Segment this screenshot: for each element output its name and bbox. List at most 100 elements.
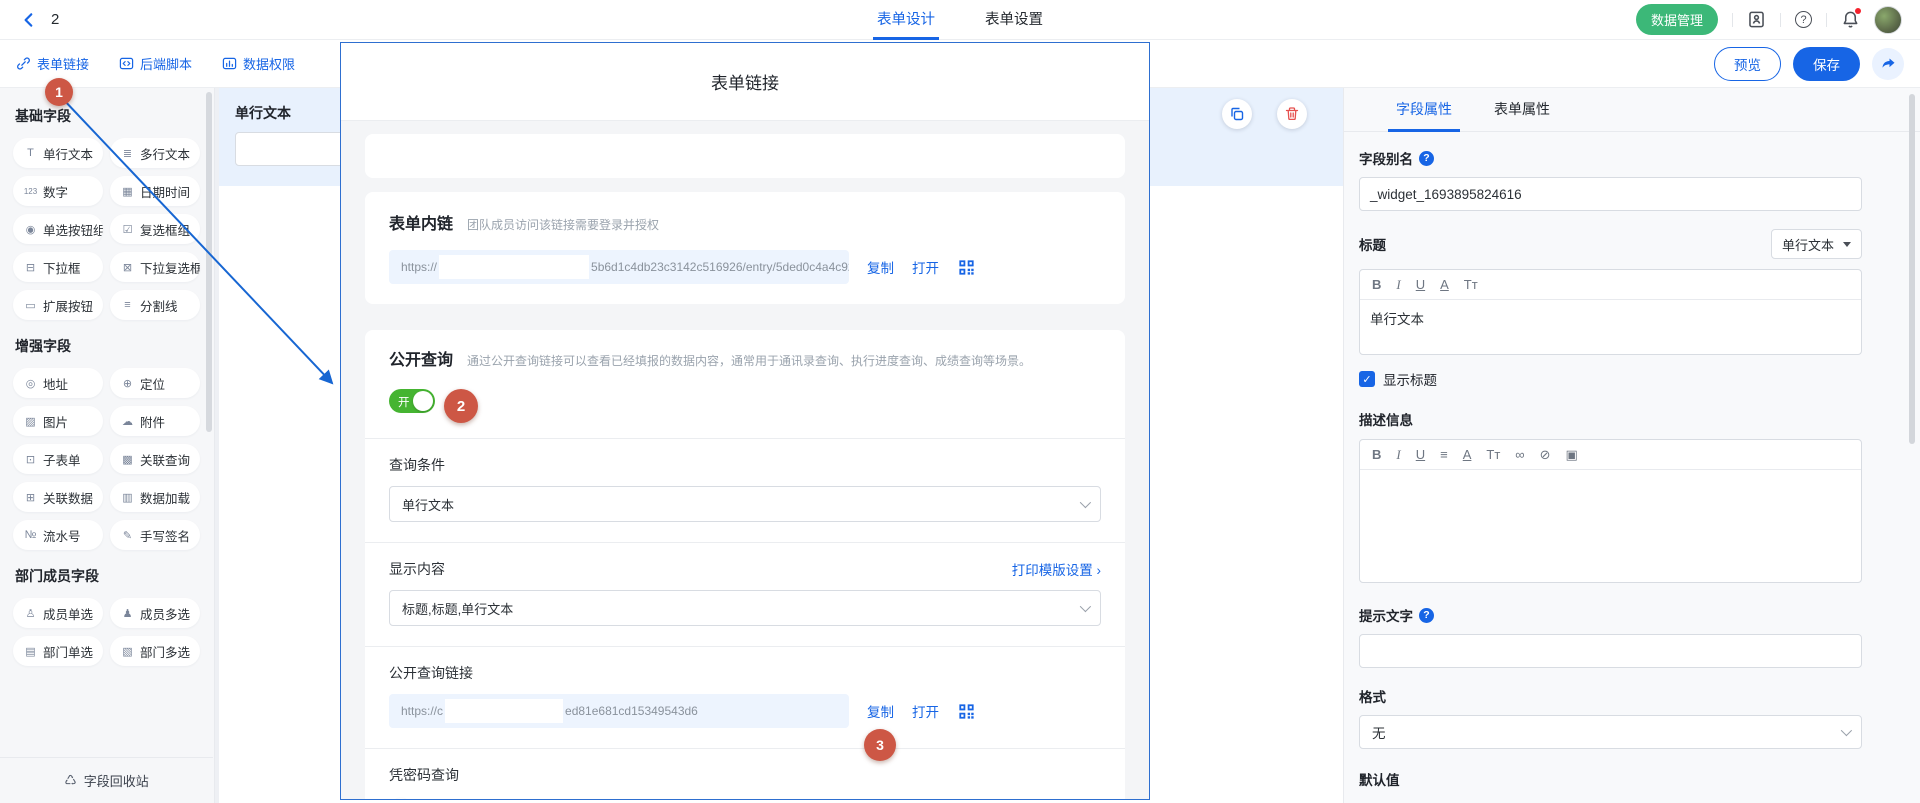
- field-pill[interactable]: ⊕定位: [110, 368, 200, 398]
- sidebar-scrollbar[interactable]: [206, 92, 212, 432]
- field-pill[interactable]: ▤部门单选: [13, 636, 103, 666]
- duplicate-field-button[interactable]: [1222, 99, 1252, 129]
- format-value: 无: [1372, 722, 1386, 742]
- toggle-on-text: 开: [398, 394, 410, 410]
- field-pill[interactable]: T单行文本: [13, 138, 103, 168]
- tab-form-settings[interactable]: 表单设置: [985, 0, 1043, 40]
- field-pill[interactable]: ♟成员多选: [110, 598, 200, 628]
- field-pill[interactable]: ▧部门多选: [110, 636, 200, 666]
- qr-code-button[interactable]: [957, 702, 976, 721]
- placeholder-input[interactable]: [1359, 634, 1862, 668]
- editor-tool-icon[interactable]: Tᴛ: [1464, 277, 1478, 292]
- properties-panel: 字段属性 表单属性 字段别名 ? _widget_1693895824616 标…: [1343, 88, 1920, 803]
- field-pill[interactable]: ▭扩展按钮: [13, 290, 103, 320]
- form-link-label: 表单链接: [37, 54, 89, 73]
- alias-input[interactable]: _widget_1693895824616: [1359, 177, 1862, 211]
- field-pill[interactable]: ▦ 日期时间: [110, 176, 200, 206]
- share-button[interactable]: [1872, 48, 1904, 80]
- editor-tool-icon[interactable]: ▣: [1565, 447, 1577, 463]
- field-pill[interactable]: ⊟下拉框: [13, 252, 103, 282]
- field-pill[interactable]: ◎地址: [13, 368, 103, 398]
- public-query-url[interactable]: https://c ed81e681cd15349543d6: [389, 694, 849, 728]
- field-pill[interactable]: ⊡子表单: [13, 444, 103, 474]
- show-title-checkbox-row[interactable]: ✓ 显示标题: [1359, 369, 1862, 389]
- field-pill-label: 日期时间: [140, 182, 190, 201]
- internal-link-desc: 团队成员访问该链接需要登录并授权: [467, 216, 659, 233]
- data-permission-button[interactable]: 数据权限: [222, 54, 295, 73]
- field-pill[interactable]: ▨图片: [13, 406, 103, 436]
- panel-scrollbar[interactable]: [1909, 94, 1915, 444]
- field-recycle-bin[interactable]: ♺ 字段回收站: [0, 757, 213, 803]
- qr-code-button[interactable]: [957, 258, 976, 277]
- checkbox-checked-icon[interactable]: ✓: [1359, 371, 1375, 387]
- alias-help-icon[interactable]: ?: [1419, 151, 1434, 166]
- editor-tool-icon[interactable]: ∞: [1515, 447, 1524, 462]
- format-select[interactable]: 无: [1359, 715, 1862, 749]
- title-editor-content[interactable]: 单行文本: [1360, 300, 1861, 354]
- field-pill[interactable]: ▩关联查询: [110, 444, 200, 474]
- alias-label: 字段别名: [1359, 148, 1413, 168]
- notification-bell-icon[interactable]: [1841, 10, 1860, 29]
- editor-tool-icon[interactable]: I: [1396, 447, 1400, 463]
- editor-tool-icon[interactable]: ≡: [1440, 447, 1448, 462]
- editor-tool-icon[interactable]: B: [1372, 277, 1381, 292]
- preview-button[interactable]: 预览: [1714, 47, 1781, 81]
- open-link-button[interactable]: 打开: [912, 257, 939, 277]
- editor-tool-icon[interactable]: ⊘: [1540, 447, 1551, 463]
- annotation-badge-2: 2: [444, 389, 478, 423]
- field-pill[interactable]: ⊠下拉复选框: [110, 252, 200, 282]
- display-content-select[interactable]: 标题,标题,单行文本: [389, 590, 1101, 626]
- delete-field-button[interactable]: [1277, 99, 1307, 129]
- placeholder-help-icon[interactable]: ?: [1419, 608, 1434, 623]
- field-pill[interactable]: ☑复选框组: [110, 214, 200, 244]
- title-type-select[interactable]: 单行文本: [1771, 229, 1862, 259]
- description-editor-content[interactable]: [1360, 470, 1861, 582]
- field-pill[interactable]: ⊞关联数据: [13, 482, 103, 512]
- save-button[interactable]: 保存: [1793, 47, 1860, 81]
- avatar[interactable]: [1874, 6, 1902, 34]
- data-manage-button[interactable]: 数据管理: [1636, 4, 1718, 35]
- field-pill-label: 成员单选: [43, 604, 93, 623]
- tab-form-properties[interactable]: 表单属性: [1494, 88, 1550, 132]
- backend-script-button[interactable]: 后端脚本: [119, 54, 192, 73]
- editor-tool-icon[interactable]: Tᴛ: [1486, 447, 1500, 462]
- field-pill[interactable]: №流水号: [13, 520, 103, 550]
- copy-link-button[interactable]: 复制: [867, 257, 894, 277]
- field-type-icon: ▥: [119, 491, 136, 504]
- field-pill[interactable]: 123数字: [13, 176, 103, 206]
- editor-tool-icon[interactable]: B: [1372, 447, 1381, 462]
- tab-field-properties[interactable]: 字段属性: [1396, 88, 1452, 132]
- field-pill[interactable]: ☁附件: [110, 406, 200, 436]
- back-icon[interactable]: [20, 11, 38, 29]
- editor-tool-icon[interactable]: U: [1416, 277, 1425, 292]
- public-query-toggle[interactable]: 开: [389, 389, 435, 413]
- editor-tool-icon[interactable]: U: [1416, 447, 1425, 462]
- print-template-link[interactable]: 打印模版设置 ›: [1012, 559, 1101, 579]
- field-pill[interactable]: ◉单选按钮组: [13, 214, 103, 244]
- help-icon[interactable]: ?: [1795, 11, 1812, 28]
- public-query-title: 公开查询: [389, 346, 453, 370]
- field-type-icon: ▦: [119, 185, 136, 198]
- form-link-button[interactable]: 表单链接: [16, 54, 89, 73]
- url-prefix: https://c: [401, 704, 443, 718]
- field-type-icon: ▭: [22, 299, 39, 312]
- copy-public-link-button[interactable]: 复制: [867, 701, 894, 721]
- description-editor: BI U ≡ A Tᴛ ∞ ⊘ ▣: [1359, 439, 1862, 583]
- internal-link-url[interactable]: https:// 5b6d1c4db23c3142c516926/entry/5…: [389, 250, 849, 284]
- sidebar-section-title: 基础字段: [15, 106, 200, 126]
- editor-tool-icon[interactable]: I: [1396, 277, 1400, 293]
- field-pill[interactable]: ≡分割线: [110, 290, 200, 320]
- query-condition-select[interactable]: 单行文本: [389, 486, 1101, 522]
- open-public-link-button[interactable]: 打开: [912, 701, 939, 721]
- divider: [1780, 13, 1781, 27]
- editor-tool-icon[interactable]: A: [1440, 277, 1449, 292]
- field-pill[interactable]: ♙成员单选: [13, 598, 103, 628]
- field-pill[interactable]: ≣多行文本: [110, 138, 200, 168]
- tab-form-design[interactable]: 表单设计: [877, 0, 935, 40]
- editor-tool-icon[interactable]: A: [1463, 447, 1472, 462]
- field-pill[interactable]: ✎手写签名: [110, 520, 200, 550]
- field-pill[interactable]: ▥数据加载: [110, 482, 200, 512]
- scrolled-card-partial: [365, 134, 1125, 178]
- url-redacted-segment: [445, 699, 563, 723]
- contacts-icon[interactable]: [1747, 10, 1766, 29]
